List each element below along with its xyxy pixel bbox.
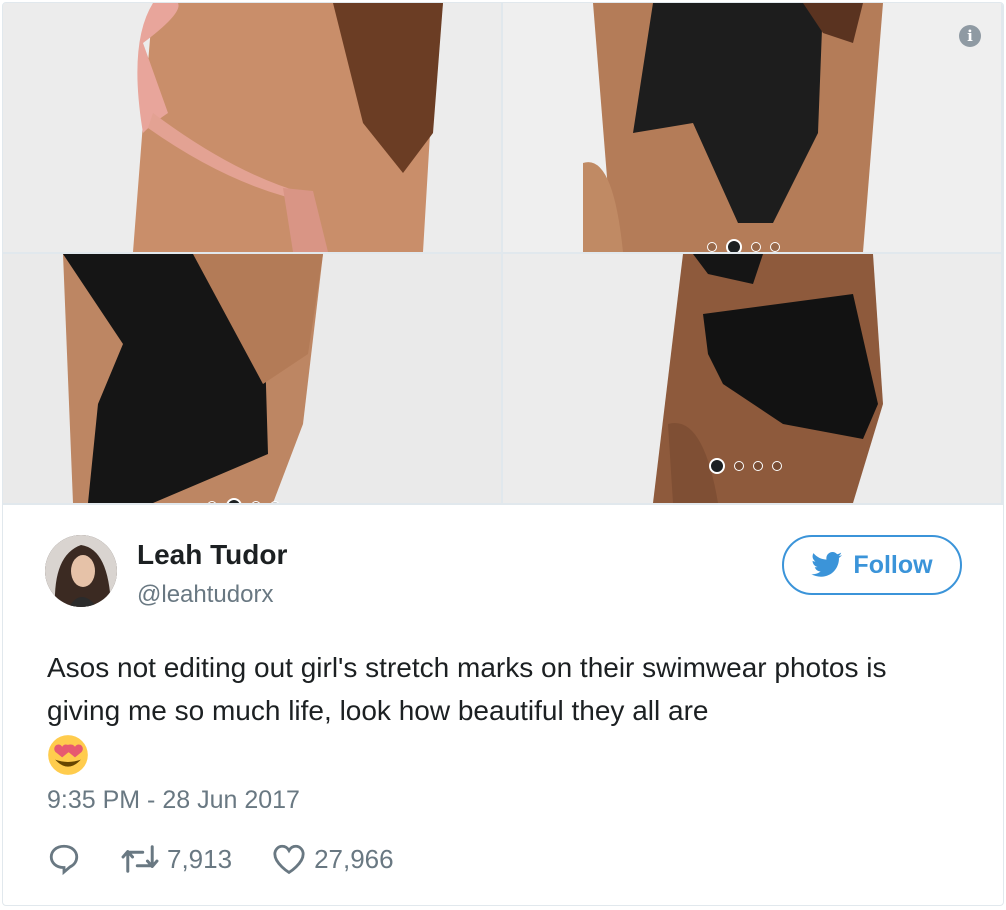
photo-tile-3[interactable] <box>3 254 501 503</box>
tweet-card: i Leah Tudor @leahtudorx Follow Asos not… <box>2 2 1004 906</box>
carousel-dot[interactable] <box>772 461 782 471</box>
carousel-dots <box>707 239 780 252</box>
carousel-dot[interactable] <box>753 461 763 471</box>
retweet-action[interactable]: 7,913 <box>121 844 232 875</box>
photo-tile-4[interactable] <box>503 254 1001 503</box>
twitter-bird-icon <box>811 552 843 577</box>
retweet-count: 7,913 <box>167 843 233 874</box>
carousel-dot[interactable] <box>734 461 744 471</box>
retweet-icon <box>121 845 159 873</box>
heart-eyes-emoji <box>48 735 88 775</box>
carousel-dots-3 <box>709 458 782 474</box>
avatar[interactable] <box>45 535 117 607</box>
reply-action[interactable] <box>47 842 81 876</box>
reply-icon <box>49 844 79 876</box>
tweet-text-block: Asos not editing out girl's stretch mark… <box>47 646 967 776</box>
carousel-dot[interactable] <box>751 242 761 252</box>
like-count: 27,966 <box>314 843 394 874</box>
photo-tile-2[interactable]: i <box>503 3 1001 252</box>
heart-icon <box>273 844 305 875</box>
photo-tile-1[interactable] <box>3 3 501 252</box>
follow-button[interactable]: Follow <box>782 535 962 595</box>
carousel-dot-active[interactable] <box>709 458 725 474</box>
tweet-actions: 7,913 27,966 <box>47 839 434 879</box>
tweet-header: Leah Tudor @leahtudorx Follow <box>45 533 965 613</box>
author-name[interactable]: Leah Tudor <box>137 539 287 571</box>
carousel-dot[interactable] <box>207 501 217 503</box>
carousel-dot[interactable] <box>270 501 280 503</box>
photo-grid: i <box>3 3 1003 505</box>
carousel-dot[interactable] <box>251 501 261 503</box>
tweet-timestamp[interactable]: 9:35 PM - 28 Jun 2017 <box>47 786 300 815</box>
carousel-dot[interactable] <box>770 242 780 252</box>
carousel-dots-2 <box>207 498 280 503</box>
author-handle[interactable]: @leahtudorx <box>137 581 273 609</box>
carousel-dot[interactable] <box>707 242 717 252</box>
follow-label: Follow <box>853 550 933 579</box>
carousel-dot-active[interactable] <box>726 239 742 252</box>
tweet-text: Asos not editing out girl's stretch mark… <box>47 652 887 726</box>
info-icon[interactable]: i <box>959 25 981 47</box>
carousel-dot-active[interactable] <box>226 498 242 503</box>
like-action[interactable]: 27,966 <box>272 843 394 875</box>
